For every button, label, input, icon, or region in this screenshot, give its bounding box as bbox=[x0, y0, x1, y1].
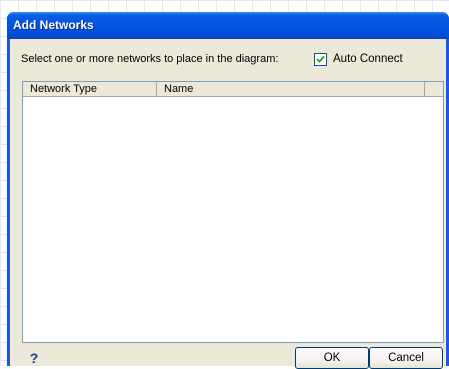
auto-connect-option[interactable]: Auto Connect bbox=[314, 52, 403, 66]
add-networks-dialog: Add Networks Select one or more networks… bbox=[7, 12, 449, 369]
networks-list[interactable]: Network Type Name bbox=[22, 81, 444, 343]
help-button[interactable]: ? bbox=[24, 348, 44, 368]
column-header-name[interactable]: Name bbox=[157, 82, 425, 96]
help-icon: ? bbox=[29, 350, 39, 366]
checkmark-icon bbox=[316, 55, 325, 63]
list-header: Network Type Name bbox=[23, 82, 443, 97]
instruction-text: Select one or more networks to place in … bbox=[21, 53, 279, 65]
title-bar[interactable]: Add Networks bbox=[7, 12, 449, 39]
dialog-title: Add Networks bbox=[13, 18, 94, 32]
auto-connect-checkbox[interactable] bbox=[314, 52, 327, 66]
dialog-body: Select one or more networks to place in … bbox=[10, 39, 446, 369]
column-header-network-type[interactable]: Network Type bbox=[23, 82, 157, 96]
column-header-filler bbox=[425, 82, 443, 96]
auto-connect-label: Auto Connect bbox=[333, 53, 403, 65]
